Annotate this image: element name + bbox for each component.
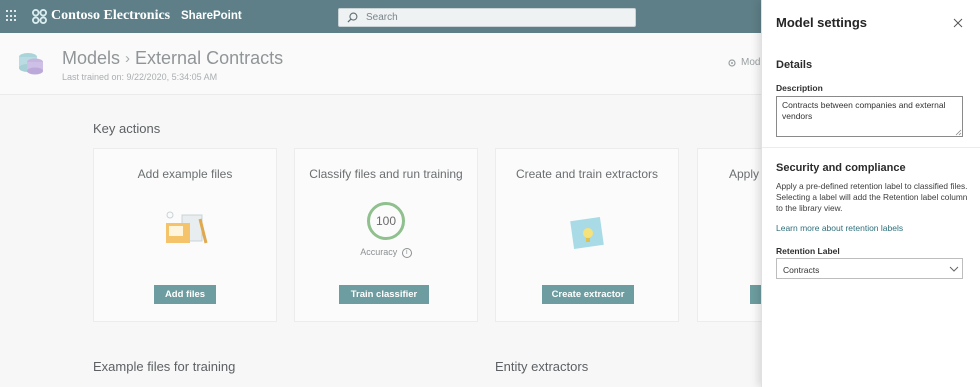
accuracy-value: 100	[375, 214, 397, 228]
page-header: Models › External Contracts Last trained…	[0, 33, 762, 95]
description-field[interactable]: Contracts between companies and external…	[776, 96, 963, 137]
card-title: Classify files and run training	[309, 167, 463, 181]
card-add-example-files: Add example files Add files	[93, 148, 277, 322]
app-launcher-icon[interactable]	[6, 10, 18, 22]
accuracy-label-row: Accuracy i	[295, 247, 477, 258]
example-files-heading: Example files for training	[93, 359, 236, 374]
model-settings-button[interactable]: Mod	[727, 57, 760, 68]
details-heading: Details	[776, 59, 813, 71]
last-trained-text: Last trained on: 9/22/2020, 5:34:05 AM	[62, 72, 218, 82]
breadcrumb-current: External Contracts	[135, 48, 284, 68]
extractor-illustration-icon	[570, 217, 604, 249]
divider	[762, 147, 980, 148]
security-heading: Security and compliance	[776, 162, 906, 174]
entity-extractors-heading: Entity extractors	[495, 359, 589, 374]
add-files-button[interactable]: Add files	[154, 285, 216, 304]
model-icon	[19, 53, 43, 75]
model-settings-label: Mod	[741, 57, 761, 68]
breadcrumb: Models › External Contracts	[62, 48, 283, 69]
panel-title: Model settings	[776, 15, 868, 30]
create-extractor-button[interactable]: Create extractor	[542, 285, 634, 304]
breadcrumb-models[interactable]: Models	[62, 48, 120, 69]
main-content: Models › External Contracts Last trained…	[0, 33, 881, 387]
contoso-logo-icon	[32, 8, 47, 24]
accuracy-label: Accuracy	[360, 247, 398, 257]
key-actions-heading: Key actions	[93, 121, 161, 136]
retention-label-label: Retention Label	[776, 246, 840, 256]
card-title: Add example files	[137, 167, 233, 181]
files-illustration-icon	[166, 211, 208, 244]
card-classify-and-train: Classify files and run training 100 Accu…	[294, 148, 478, 322]
gear-icon	[728, 58, 736, 67]
retention-label-value: Contracts	[783, 265, 820, 275]
resize-grip-icon[interactable]	[955, 129, 962, 136]
accuracy-ring: 100	[367, 202, 405, 240]
brand-name: Contoso Electronics	[51, 8, 171, 23]
close-icon[interactable]	[952, 17, 964, 29]
learn-more-link[interactable]: Learn more about retention labels	[776, 223, 903, 233]
description-label: Description	[776, 83, 823, 93]
chevron-down-icon	[949, 266, 959, 272]
sharepoint-link[interactable]: SharePoint	[181, 10, 242, 22]
model-settings-panel: Model settings Details Description Contr…	[761, 0, 980, 387]
search-box[interactable]: Search	[338, 8, 636, 27]
retention-label-dropdown[interactable]: Contracts	[776, 258, 963, 279]
train-classifier-button[interactable]: Train classifier	[339, 285, 429, 304]
card-title: Create and train extractors	[515, 167, 659, 181]
search-placeholder: Search	[366, 12, 398, 23]
search-icon	[347, 12, 358, 23]
card-create-extractors: Create and train extractors Create extra…	[495, 148, 679, 322]
info-icon[interactable]: i	[401, 247, 412, 258]
chevron-right-icon: ›	[125, 50, 131, 67]
security-description: Apply a pre-defined retention label to c…	[776, 181, 968, 214]
brand[interactable]: Contoso Electronics	[32, 8, 170, 24]
